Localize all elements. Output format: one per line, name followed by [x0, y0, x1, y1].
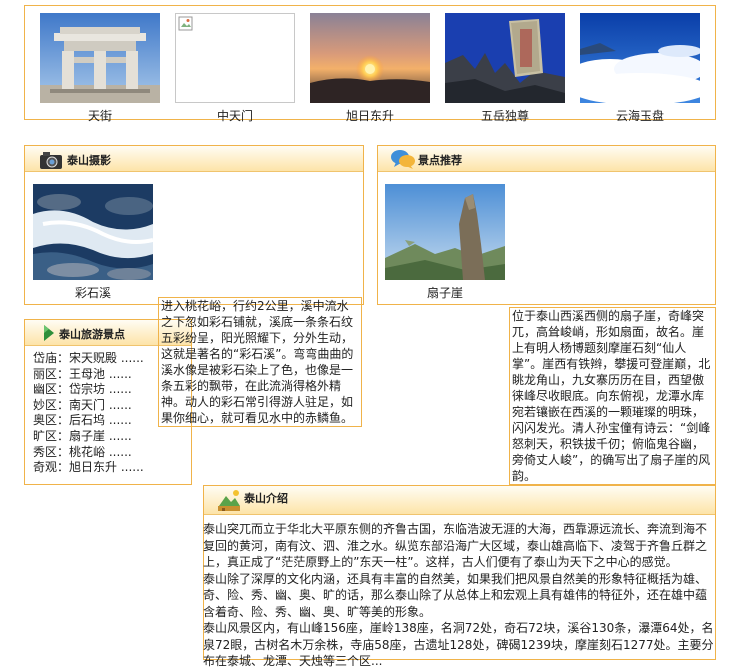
inscribed-rock-photo [445, 13, 565, 103]
recommend-panel: 景点推荐 扇子崖 [377, 145, 716, 305]
recommend-panel-header: 景点推荐 [378, 146, 715, 172]
broken-image-icon [175, 13, 295, 103]
list-item[interactable]: 幽区：岱宗坊 ...... [33, 382, 144, 398]
gallery-item-cloudsea[interactable]: 云海玉盘 [580, 13, 700, 124]
gallery-caption: 五岳独尊 [480, 109, 529, 123]
recommend-caption: 扇子崖 [426, 286, 463, 300]
list-item[interactable]: 秀区：桃花峪 ...... [33, 445, 144, 461]
gallery-caption: 旭日东升 [345, 109, 394, 123]
gallery-item-wuyuedzun[interactable]: 五岳独尊 [445, 13, 565, 124]
scenic-list-title: 泰山旅游景点 [59, 328, 125, 341]
photo-panel: 泰山摄影 彩石溪 [24, 145, 364, 305]
list-item[interactable]: 岱庙：宋天贶殿 ...... [33, 351, 144, 367]
location-pin-icon [41, 324, 57, 345]
list-item[interactable]: 旷区：扇子崖 ...... [33, 429, 144, 445]
photo-description: 进入桃花峪，行约2公里，溪中流水之下忽如彩石铺就，溪底一条条石纹五彩纷呈，阳光照… [158, 297, 362, 427]
scenic-list: 岱庙：宋天贶殿 ...... 丽区：王母池 ...... 幽区：岱宗坊 ....… [33, 351, 144, 476]
intro-paragraph: 泰山除了深厚的文化内涵，还具有丰富的自然美，如果我们把风景自然美的形象特征概括为… [203, 571, 708, 619]
colored-stone-creek-photo[interactable] [33, 184, 153, 280]
list-item[interactable]: 奇观：旭日东升 ...... [33, 460, 144, 476]
gallery-item-zhongtianmen[interactable]: 中天门 [175, 13, 295, 124]
sunrise-photo [310, 13, 430, 103]
photo-panel-header: 泰山摄影 [25, 146, 363, 172]
gallery-caption: 天街 [87, 109, 112, 123]
camera-icon [39, 150, 63, 173]
sea-of-clouds-photo [580, 13, 700, 103]
fan-cliff-photo[interactable] [385, 184, 505, 280]
intro-paragraph: 泰山突兀而立于华北大平原东侧的齐鲁古国，东临浩波无涯的大海，西靠源远流长、奔流到… [203, 522, 708, 569]
recommend-panel-title: 景点推荐 [418, 154, 462, 167]
intro-text: 泰山突兀而立于华北大平原东侧的齐鲁古国，东临浩波无涯的大海，西靠源远流长、奔流到… [203, 521, 716, 670]
list-item[interactable]: 奥区：后石坞 ...... [33, 413, 144, 429]
photo-caption: 彩石溪 [74, 286, 111, 300]
gallery-item-sunrise[interactable]: 旭日东升 [310, 13, 430, 124]
recommend-description: 位于泰山西溪西侧的扇子崖，奇峰突兀，高耸峻峭，形如扇面，故名。崖上有明人杨博题刻… [509, 307, 716, 485]
gallery-caption: 中天门 [216, 109, 253, 123]
gallery-caption: 云海玉盘 [615, 109, 664, 123]
chat-bubbles-icon [390, 148, 416, 173]
gallery-item-tianjie[interactable]: 天街 [40, 13, 160, 124]
photo-panel-title: 泰山摄影 [67, 154, 111, 167]
list-item[interactable]: 丽区：王母池 ...... [33, 367, 144, 383]
intro-panel-header: 泰山介绍 [204, 486, 715, 515]
mountain-icon [216, 488, 242, 515]
memorial-archway-photo [40, 13, 160, 103]
intro-paragraph: 泰山风景区内，有山峰156座，崖岭138座，名洞72处，奇石72块，溪谷130条… [203, 621, 714, 668]
gallery-strip: 天街 中天门 旭日东升 五岳独尊 云海玉盘 [24, 5, 716, 123]
intro-panel-title: 泰山介绍 [244, 492, 288, 505]
list-item[interactable]: 妙区：南天门 ...... [33, 398, 144, 414]
